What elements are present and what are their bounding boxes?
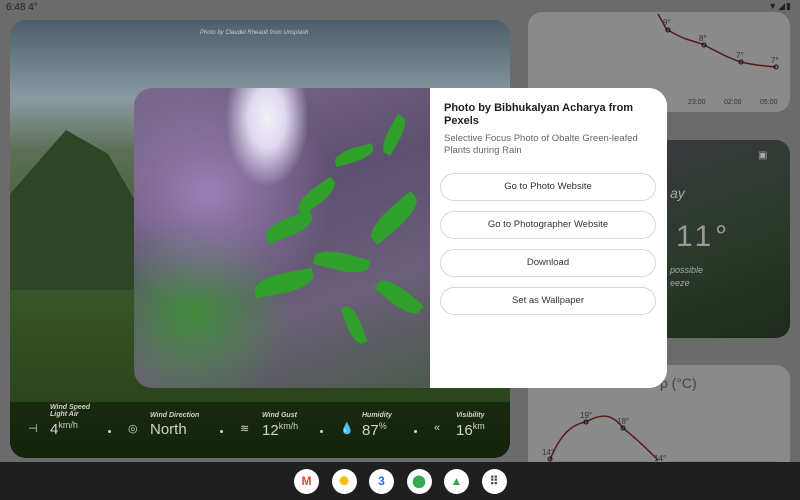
taskbar-app-app-drawer-icon[interactable]: ⠿	[481, 469, 507, 494]
set-as-wallpaper-button[interactable]: Set as Wallpaper	[440, 287, 656, 315]
go-to-photographer-website-button[interactable]: Go to Photographer Website	[440, 211, 656, 239]
dialog-title: Photo by Bibhukalyan Acharya from Pexels	[444, 102, 634, 127]
photo-description: Selective Focus Photo of Obalte Green-le…	[444, 133, 638, 156]
photo-info-dialog: Photo by Bibhukalyan Acharya from Pexels…	[134, 88, 667, 388]
taskbar: M ✺ 3 ⬤ ▲ ⠿	[0, 462, 800, 500]
go-to-photo-website-button[interactable]: Go to Photo Website	[440, 173, 656, 201]
photo-preview	[134, 88, 430, 388]
taskbar-app-calendar-icon[interactable]: 3	[369, 469, 394, 494]
taskbar-app-gmail-icon[interactable]: M	[294, 469, 319, 494]
download-button[interactable]: Download	[440, 249, 656, 277]
taskbar-app-photos-icon[interactable]: ✺	[331, 469, 357, 494]
taskbar-app-maps-icon[interactable]: ⬤	[406, 469, 432, 494]
taskbar-app-drive-icon[interactable]: ▲	[444, 469, 469, 494]
dialog-panel: Photo by Bibhukalyan Acharya from Pexels…	[430, 88, 667, 388]
